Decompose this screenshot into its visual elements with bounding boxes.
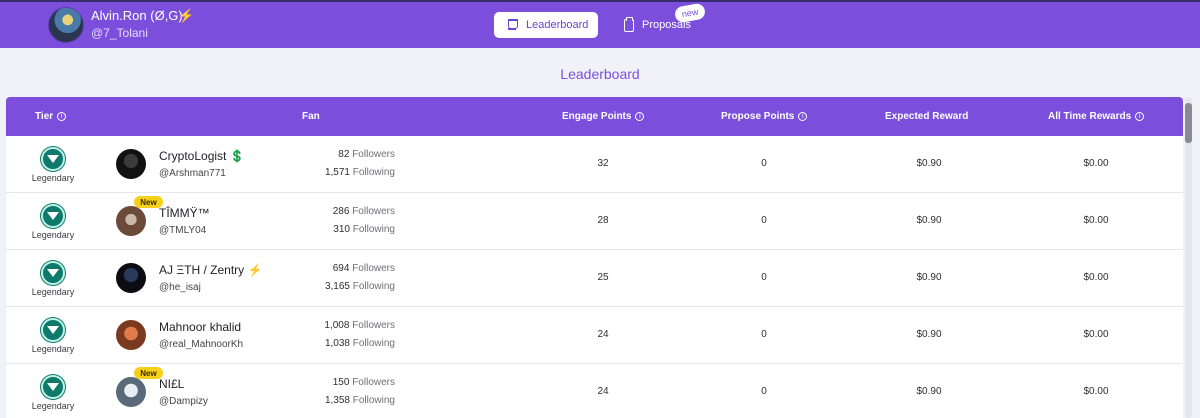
tier-label: Legendary [31, 230, 75, 240]
column-header-expected-reward[interactable]: Expected Reward [885, 97, 968, 136]
followers-count: 694 Followers [332, 263, 395, 274]
fan-avatar[interactable] [116, 149, 146, 179]
info-icon[interactable]: i [57, 112, 67, 121]
table-row[interactable]: Legendary New NI£L @Dampizy 150 Follower… [6, 364, 1183, 418]
table-header: Tier i Fan Engage Points i Propose Points i… [6, 97, 1183, 136]
table-row[interactable]: Legendary Mahnoor khalid @real_MahnoorKh… [6, 307, 1183, 364]
fan-avatar[interactable] [116, 263, 146, 293]
fan-avatar[interactable] [116, 320, 146, 350]
scrollbar[interactable] [1185, 97, 1192, 418]
legendary-tier-icon [41, 375, 65, 399]
fan-name[interactable]: TÎMMŸ™ [159, 206, 210, 220]
legendary-tier-icon [41, 147, 65, 171]
engage-points: 24 [597, 386, 609, 397]
expected-reward: $0.90 [916, 386, 942, 397]
engage-points: 32 [597, 158, 609, 169]
trophy-icon [506, 19, 518, 31]
column-header-all-time-rewards[interactable]: All Time Rewards i [1048, 97, 1145, 136]
lightning-icon: ⚡ [178, 8, 195, 23]
propose-points: 0 [761, 386, 767, 397]
column-header-engage-points[interactable]: Engage Points i [562, 97, 645, 136]
following-count: 3,165 Following [324, 281, 395, 292]
window-top-border [0, 0, 1200, 2]
expected-reward: $0.90 [916, 215, 942, 226]
expected-reward: $0.90 [916, 272, 942, 283]
column-header-fan[interactable]: Fan [302, 97, 320, 136]
propose-points: 0 [761, 215, 767, 226]
all-time-rewards: $0.00 [1083, 386, 1109, 397]
all-time-rewards: $0.00 [1083, 215, 1109, 226]
fan-name[interactable]: NI£L [159, 377, 184, 391]
all-time-rewards: $0.00 [1083, 272, 1109, 283]
engage-points: 24 [597, 329, 609, 340]
user-handle: @7_Tolani [91, 26, 148, 40]
info-icon[interactable]: i [798, 112, 808, 121]
table-row[interactable]: Legendary New TÎMMŸ™ @TMLY04 286 Followe… [6, 193, 1183, 250]
fan-handle: @Arshman771 [159, 168, 226, 179]
following-count: 1,571 Following [324, 167, 395, 178]
propose-points: 0 [761, 329, 767, 340]
following-count: 1,038 Following [324, 338, 395, 349]
info-icon[interactable]: i [1135, 112, 1145, 121]
fan-handle: @Dampizy [159, 396, 209, 407]
scrollbar-thumb[interactable] [1185, 103, 1192, 143]
user-avatar[interactable] [48, 7, 84, 43]
all-time-rewards: $0.00 [1083, 329, 1109, 340]
legendary-tier-icon [41, 204, 65, 228]
fan-handle: @TMLY04 [159, 225, 207, 236]
fan-name[interactable]: AJ ΞTH / Zentry ⚡ [159, 263, 262, 277]
legendary-tier-icon [41, 318, 65, 342]
clipboard-icon [624, 16, 634, 32]
tab-leaderboard-label: Leaderboard [526, 19, 589, 31]
expected-reward: $0.90 [916, 329, 942, 340]
legendary-tier-icon [41, 261, 65, 285]
fan-handle: @real_MahnoorKh [159, 339, 244, 350]
user-name: Alvin.Ron (Ø,G) [91, 8, 183, 23]
info-icon[interactable]: i [635, 112, 645, 121]
fan-handle: @he_isaj [159, 282, 201, 293]
all-time-rewards: $0.00 [1083, 158, 1109, 169]
tab-leaderboard[interactable]: Leaderboard [494, 12, 598, 38]
followers-count: 1,008 Followers [324, 320, 395, 331]
tier-label: Legendary [31, 173, 75, 183]
page-title: Leaderboard [560, 66, 640, 82]
propose-points: 0 [761, 158, 767, 169]
fan-name[interactable]: Mahnoor khalid [159, 320, 241, 334]
following-count: 310 Following [333, 224, 395, 235]
engage-points: 25 [597, 272, 609, 283]
propose-points: 0 [761, 272, 767, 283]
fan-avatar[interactable] [116, 377, 146, 407]
fan-name[interactable]: CryptoLogist 💲 [159, 149, 245, 163]
tier-label: Legendary [31, 287, 75, 297]
top-bar: Alvin.Ron (Ø,G) ⚡ @7_Tolani Leaderboard … [0, 0, 1200, 48]
engage-points: 28 [597, 215, 609, 226]
column-header-tier[interactable]: Tier i [35, 97, 67, 136]
column-header-propose-points[interactable]: Propose Points i [721, 97, 808, 136]
tier-label: Legendary [31, 344, 75, 354]
followers-count: 150 Followers [332, 377, 395, 388]
following-count: 1,358 Following [324, 395, 395, 406]
followers-count: 82 Followers [338, 149, 395, 160]
table-row[interactable]: Legendary CryptoLogist 💲 @Arshman771 82 … [6, 136, 1183, 193]
table-row[interactable]: Legendary AJ ΞTH / Zentry ⚡ @he_isaj 694… [6, 250, 1183, 307]
tier-label: Legendary [31, 401, 75, 411]
leaderboard-table: Tier i Fan Engage Points i Propose Points i… [6, 97, 1183, 418]
followers-count: 286 Followers [332, 206, 395, 217]
fan-avatar[interactable] [116, 206, 146, 236]
expected-reward: $0.90 [916, 158, 942, 169]
